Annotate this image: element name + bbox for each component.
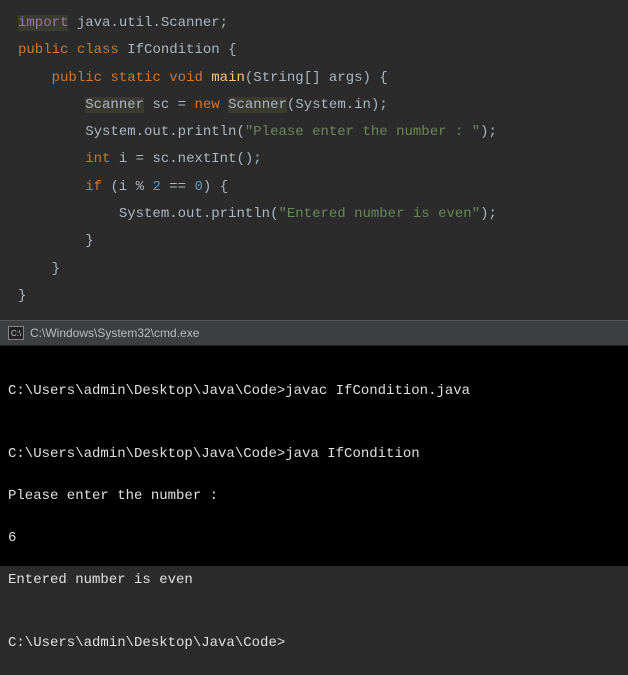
cmd-icon: C:\	[8, 326, 24, 340]
method-main: main	[211, 70, 245, 86]
kw-void: void	[169, 70, 203, 86]
println-call-2: System.out.println	[119, 206, 270, 222]
num-0: 0	[195, 179, 203, 195]
i-var: i	[119, 151, 127, 167]
code-line-6: int i = sc.nextInt();	[18, 146, 628, 173]
kw-int: int	[85, 151, 110, 167]
mod-op: %	[136, 179, 144, 195]
main-args: String[] args	[253, 70, 362, 86]
import-path: java.util.Scanner	[77, 15, 220, 31]
kw-public-2: public	[52, 70, 102, 86]
terminal-title-bar: C:\ C:\Windows\System32\cmd.exe	[0, 320, 628, 346]
num-2: 2	[152, 179, 160, 195]
code-line-8: System.out.println("Entered number is ev…	[18, 201, 628, 228]
code-editor[interactable]: import java.util.Scanner; public class I…	[0, 0, 628, 320]
code-line-4: Scanner sc = new Scanner(System.in);	[18, 92, 628, 119]
kw-static: static	[110, 70, 160, 86]
nextint-call: sc.nextInt	[152, 151, 236, 167]
code-line-1: import java.util.Scanner;	[18, 10, 628, 37]
kw-public: public	[18, 42, 68, 58]
string-literal-1: "Please enter the number : "	[245, 124, 480, 140]
code-line-10: }	[18, 256, 628, 283]
code-line-2: public class IfCondition {	[18, 37, 628, 64]
println-call-1: System.out.println	[85, 124, 236, 140]
term-line-3: C:\Users\admin\Desktop\Java\Code>java If…	[8, 444, 620, 465]
code-line-9: }	[18, 228, 628, 255]
cond-lhs: i	[119, 179, 127, 195]
sc-var: sc	[152, 97, 169, 113]
kw-class: class	[77, 42, 119, 58]
eq-op: ==	[169, 179, 186, 195]
system-in: System.in	[295, 97, 371, 113]
kw-new: new	[194, 97, 219, 113]
code-line-7: if (i % 2 == 0) {	[18, 174, 628, 201]
string-literal-2: "Entered number is even"	[278, 206, 480, 222]
kw-import: import	[18, 15, 68, 31]
term-line-6: Entered number is even	[8, 570, 620, 591]
class-name: IfCondition	[127, 42, 219, 58]
scanner-type-1: Scanner	[85, 97, 144, 113]
code-line-11: }	[18, 283, 628, 310]
code-line-3: public static void main(String[] args) {	[18, 65, 628, 92]
terminal-output[interactable]: C:\Users\admin\Desktop\Java\Code>javac I…	[0, 346, 628, 566]
term-line-8: C:\Users\admin\Desktop\Java\Code>	[8, 633, 620, 654]
terminal-title: C:\Windows\System32\cmd.exe	[30, 326, 199, 340]
code-line-5: System.out.println("Please enter the num…	[18, 119, 628, 146]
scanner-type-2: Scanner	[228, 97, 287, 113]
term-line-1: C:\Users\admin\Desktop\Java\Code>javac I…	[8, 381, 620, 402]
term-line-4: Please enter the number :	[8, 486, 620, 507]
kw-if: if	[85, 179, 102, 195]
term-line-5: 6	[8, 528, 620, 549]
